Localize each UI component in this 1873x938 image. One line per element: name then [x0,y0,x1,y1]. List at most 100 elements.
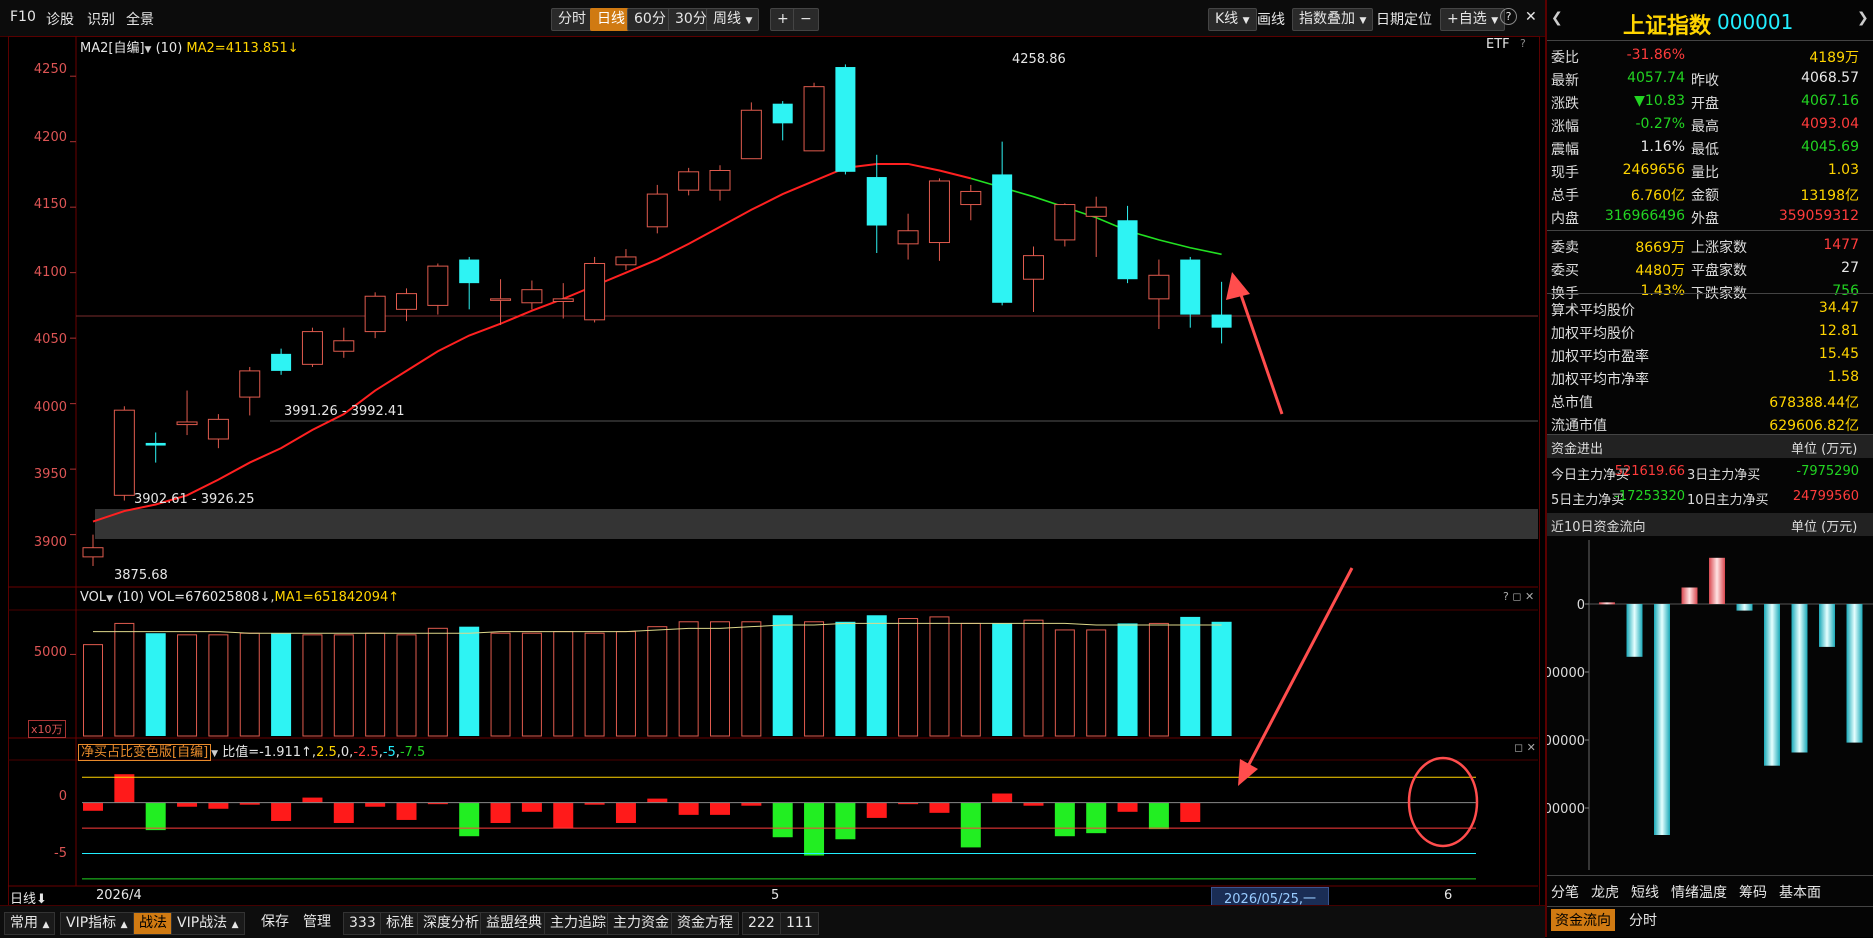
candle [490,279,512,326]
candle-body-up [615,256,637,266]
tab-fund-flow[interactable]: 资金流向 [1551,909,1615,931]
ma-indicator-name[interactable]: MA2[自编] [80,41,145,56]
stat-label: 加权平均市净率 [1551,372,1649,388]
volume-panel-controls[interactable]: ? ◻ ✕ [1503,590,1534,603]
volume-bar-down [271,633,292,736]
indicator-bar [866,802,887,818]
indicator-bar [521,802,542,812]
indicator-name[interactable]: 净买占比变色版[自编] [78,744,212,761]
help-icon[interactable]: ? [1520,37,1526,50]
menu-vip-strategy[interactable]: VIP战法 ▲ [171,912,245,935]
quote-label: 上涨家数 [1691,240,1747,256]
indicator-bar [835,802,856,840]
flow-tick-label: 0 [1577,598,1585,613]
right-panel-tab[interactable]: 基本面 [1779,882,1821,902]
y-tick-4100: 4100 [33,265,67,280]
right-panel-tab[interactable]: 情绪温度 [1671,882,1727,902]
flow-bar [1681,587,1698,604]
annotation-arrow-down [1238,567,1354,786]
tab-222[interactable]: 222 [742,912,781,935]
flow-10day-header: 近10日资金流向 单位 (万元) [1547,513,1873,536]
candle [521,280,543,310]
indicator-y-tick-0: 0 [58,789,67,804]
etf-label[interactable]: ETF [1486,37,1510,52]
right-panel-tab[interactable]: 短线 [1631,882,1659,902]
tab-deep-analysis[interactable]: 深度分析 [417,912,485,935]
right-panel-tab[interactable]: 筹码 [1739,882,1767,902]
indicator-bar [960,802,981,848]
quote-label: 委买 [1551,263,1579,279]
candle [207,414,229,449]
save-button[interactable]: 保存 [256,912,294,933]
quote-label: 最新 [1551,73,1579,89]
chevron-up-icon: ▲ [231,920,239,930]
volume-indicator-name[interactable]: VOL [80,590,106,605]
menu-vip-indicators[interactable]: VIP指标 ▲ [60,912,134,935]
candle-body-down [459,259,480,284]
indicator-header[interactable]: 净买占比变色版[自编] ▼ 比值=-1.911↑,2.5,0,-2.5,-5,-7… [78,741,426,761]
stat-row: 加权平均市净率 1.58 [1547,366,1873,389]
quote-value: 13198亿 [1800,188,1859,204]
quote-value: 4189万 [1809,50,1859,66]
chevron-down-icon: ▼ [144,45,152,55]
menu-common-label: 常用 [10,915,38,931]
menu-strategy[interactable]: 战法 [133,912,173,935]
stat-label: 总市值 [1551,395,1593,411]
volume-bar-down [772,615,793,736]
manage-button[interactable]: 管理 [298,912,336,933]
stat-value: 12.81 [1818,323,1859,339]
candle [82,534,104,567]
tab-111[interactable]: 111 [780,912,819,935]
right-panel-tab[interactable]: 分笔 [1551,882,1579,902]
quote-label: 震幅 [1551,142,1579,158]
ma-indicator-header[interactable]: MA2[自编]▼ (10) MA2=4113.851↓ [80,37,299,56]
prev-stock-icon[interactable]: ❮ [1551,10,1563,26]
indicator-bar [208,802,229,809]
quote-value: 4068.57 [1801,70,1859,86]
range-label-2: 3902.61 - 3926.25 [134,492,255,507]
indicator-value: 比值=-1.911↑ [222,745,312,760]
tab-main-tracking[interactable]: 主力追踪 [544,912,612,935]
flow-bar [1791,604,1808,753]
candle-body-up [176,421,198,426]
indicator-panel-controls[interactable]: ◻ ✕ [1514,741,1536,754]
flow-bar [1654,604,1670,835]
indicator-level-minus-7-5: -7.5 [399,745,426,760]
volume-bar-down [1117,623,1138,736]
quote-label: 昨收 [1691,73,1719,89]
indicator-bar [1148,802,1169,830]
volume-bar-up [1148,622,1169,737]
volume-bar-up [302,634,323,737]
quote-label: 委比 [1551,50,1579,66]
tab-fund-equation[interactable]: 资金方程 [671,912,739,935]
candle [271,348,292,375]
volume-header[interactable]: VOL▼ (10) VOL=676025808↓,MA1=651842094↑ [80,590,399,605]
tab-main-funds[interactable]: 主力资金 [607,912,675,935]
quote-row: 涨幅 -0.27% 最高 4093.04 [1547,113,1873,136]
candle [960,184,982,221]
indicator-bar [1117,802,1138,812]
stat-label: 算术平均股价 [1551,303,1635,319]
next-stock-icon[interactable]: ❯ [1857,10,1869,26]
ma-period: (10) [155,41,183,56]
candle [176,390,198,436]
volume-bar-down [835,621,856,736]
chevron-down-icon: ▼ [106,594,114,604]
quote-value: 316966496 [1604,208,1685,224]
quote-value: 1.16% [1640,139,1685,155]
volume-bar-up [584,632,605,737]
stat-row: 流通市值 629606.82亿 [1547,412,1873,435]
y-tick-4000: 4000 [33,400,67,415]
menu-common[interactable]: 常用 ▲ [4,912,56,935]
flow-bar [1599,602,1615,605]
tab-333[interactable]: 333 [343,912,382,935]
chart-svg[interactable] [0,0,1545,905]
quote-value: -0.27% [1635,116,1685,132]
volume-bar-down [1211,621,1232,736]
indicator-bar [804,802,825,856]
tab-yimeng-classic[interactable]: 益盟经典 [480,912,548,935]
tab-standard[interactable]: 标准 [380,912,420,935]
right-panel-tab[interactable]: 龙虎 [1591,882,1619,902]
tab-intraday[interactable]: 分时 [1629,910,1657,930]
candle-body-down [1117,220,1138,280]
